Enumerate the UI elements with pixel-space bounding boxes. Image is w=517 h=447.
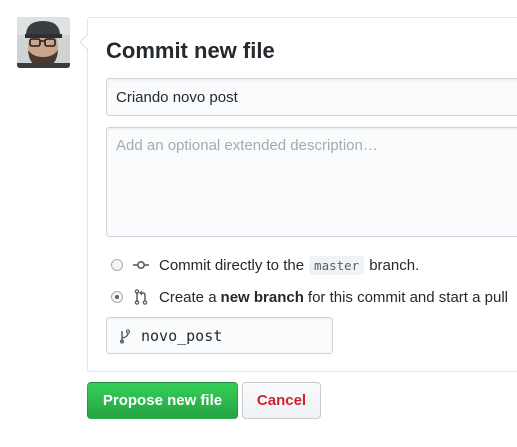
avatar-image <box>17 17 70 68</box>
propose-new-file-button[interactable]: Propose new file <box>87 382 238 419</box>
git-pull-request-icon <box>134 289 148 305</box>
panel-caret-inner <box>81 34 89 50</box>
new-branch-suffix: for this commit and start a pull <box>307 288 508 306</box>
branch-name-input[interactable] <box>141 326 321 345</box>
cancel-button[interactable]: Cancel <box>242 382 321 419</box>
new-branch-bold: new branch <box>220 288 304 306</box>
page-title: Commit new file <box>106 38 275 63</box>
commit-direct-radio[interactable] <box>111 259 123 271</box>
avatar[interactable] <box>17 17 70 68</box>
git-branch-icon <box>119 328 131 344</box>
branch-name-badge: master <box>309 255 365 275</box>
branch-name-field[interactable] <box>106 317 333 354</box>
commit-description-textarea[interactable] <box>106 127 517 237</box>
git-commit-icon <box>133 261 149 270</box>
commit-direct-prefix: Commit directly to the <box>159 256 305 274</box>
commit-direct-suffix: branch. <box>369 256 420 274</box>
new-branch-option[interactable]: Create a new branch for this commit and … <box>110 286 508 308</box>
commit-summary-input[interactable] <box>106 78 517 116</box>
new-branch-radio[interactable] <box>111 291 123 303</box>
commit-direct-option[interactable]: Commit directly to the master branch. <box>110 254 419 276</box>
new-branch-prefix: Create a <box>159 288 217 306</box>
